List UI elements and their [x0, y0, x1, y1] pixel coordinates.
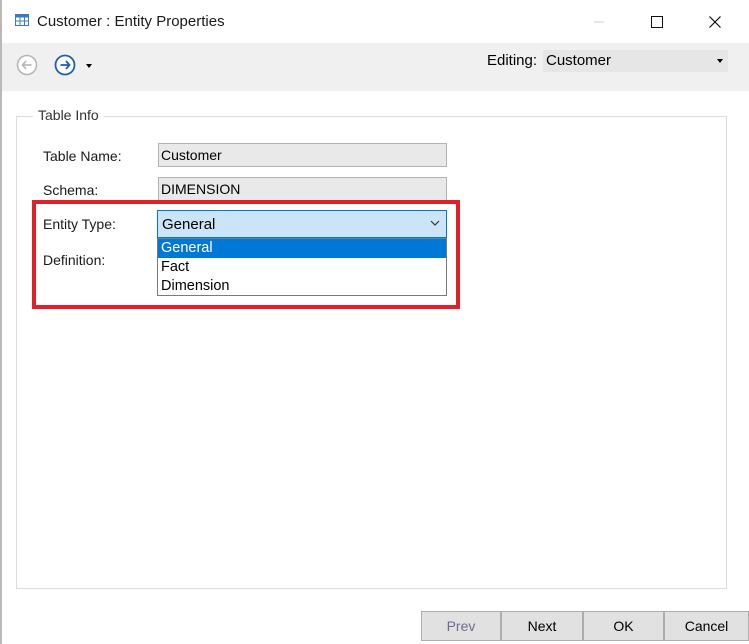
schema-label: Schema:	[43, 182, 99, 198]
forward-dropdown-icon[interactable]	[86, 64, 92, 68]
highlight-annotation-box	[32, 200, 460, 309]
prev-button[interactable]: Prev	[421, 611, 501, 641]
editing-label: Editing:	[487, 52, 538, 69]
window-title: Customer : Entity Properties	[37, 13, 225, 30]
close-icon	[709, 15, 721, 28]
ok-button[interactable]: OK	[583, 611, 664, 641]
content-area: Table Info Table Name: Customer Schema: …	[0, 91, 749, 611]
chevron-down-icon	[717, 59, 723, 63]
minimize-icon	[594, 21, 604, 22]
entity-properties-dialog: Customer : Entity Properties Editing: Cu…	[0, 0, 749, 644]
maximize-icon	[651, 15, 663, 28]
back-button[interactable]	[15, 53, 39, 77]
toolbar: Editing: Customer	[0, 43, 749, 91]
table-icon	[15, 14, 29, 26]
button-bar: Prev Next OK Cancel	[0, 611, 749, 644]
next-button[interactable]: Next	[501, 611, 583, 641]
table-name-label: Table Name:	[43, 148, 122, 164]
close-button[interactable]	[686, 0, 744, 43]
forward-button[interactable]	[53, 53, 77, 77]
editing-select[interactable]: Customer	[543, 50, 728, 72]
schema-field: DIMENSION	[158, 177, 447, 201]
editing-select-value: Customer	[546, 52, 612, 69]
table-info-legend: Table Info	[33, 107, 104, 123]
cancel-button[interactable]: Cancel	[664, 611, 749, 641]
minimize-button[interactable]	[570, 0, 628, 43]
table-name-field: Customer	[158, 143, 447, 167]
maximize-button[interactable]	[628, 0, 686, 43]
window-border	[0, 0, 2, 644]
title-bar: Customer : Entity Properties	[0, 0, 749, 43]
